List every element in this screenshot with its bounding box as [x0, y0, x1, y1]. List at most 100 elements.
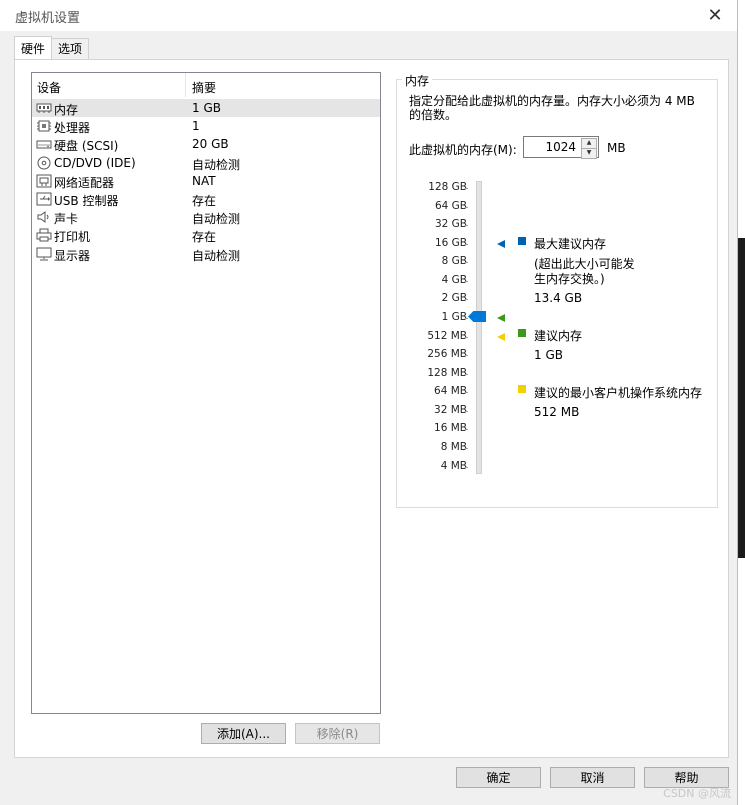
device-row-harddisk[interactable]: 硬盘 (SCSI) 20 GB: [32, 135, 380, 153]
memory-scale: 128 GB 64 GB 32 GB 16 GB 8 GB 4 GB 2 GB …: [397, 80, 467, 480]
max-recommended-note: (超出此大小可能发生内存交换。): [534, 257, 635, 286]
usb-icon: [36, 192, 52, 206]
cancel-button[interactable]: 取消: [550, 767, 635, 788]
memory-slider-track[interactable]: [476, 181, 482, 474]
network-icon: [36, 174, 52, 188]
tab-options[interactable]: 选项: [51, 38, 90, 59]
scale-tick: [465, 262, 468, 263]
tab-hardware[interactable]: 硬件: [14, 36, 53, 59]
max-recommended-title: 最大建议内存: [534, 237, 607, 251]
scale-tick: [465, 299, 468, 300]
scale-tick: [465, 337, 468, 338]
recommended-marker-icon: [497, 314, 505, 322]
scale-tick: [465, 392, 468, 393]
device-name: 内存: [54, 103, 79, 117]
scale-tick: [465, 411, 468, 412]
memory-size-value: 1024: [545, 140, 576, 154]
device-name: USB 控制器: [54, 193, 119, 208]
remove-device-button[interactable]: 移除(R): [295, 723, 380, 744]
device-row-processor[interactable]: 处理器 1: [32, 117, 380, 135]
scale-label: 1 GB: [441, 311, 467, 323]
scale-label: 8 MB: [440, 441, 467, 453]
min-recommended-title: 建议的最小客户机操作系统内存: [534, 386, 703, 400]
device-row-network[interactable]: 网络适配器 NAT: [32, 172, 380, 190]
background-panel: [737, 238, 745, 558]
scale-tick: [465, 207, 468, 208]
max-legend-swatch-icon: [518, 237, 526, 245]
spin-down-icon[interactable]: ▼: [581, 148, 597, 159]
window-title: 虚拟机设置: [15, 11, 81, 26]
memory-slider-thumb[interactable]: [468, 311, 486, 322]
column-header-summary[interactable]: 摘要: [192, 79, 216, 96]
memory-unit: MB: [607, 141, 626, 155]
scale-label: 16 MB: [434, 422, 467, 434]
device-row-memory[interactable]: 内存 1 GB: [32, 99, 380, 118]
speaker-icon: [37, 211, 49, 224]
scale-label: 128 MB: [427, 367, 467, 379]
device-name: 声卡: [54, 212, 79, 227]
device-name: 处理器: [54, 121, 91, 136]
memory-group: 内存 指定分配给此虚拟机的内存量。内存大小必须为 4 MB 的倍数。 此虚拟机的…: [396, 72, 718, 508]
scale-tick: [465, 225, 468, 226]
title-bar: 虚拟机设置 ✕: [0, 0, 737, 31]
min-legend-swatch-icon: [518, 385, 526, 393]
column-header-device[interactable]: 设备: [37, 79, 61, 96]
scale-label: 32 GB: [434, 218, 467, 230]
column-separator[interactable]: [185, 73, 186, 97]
scale-label: 8 GB: [441, 255, 467, 267]
max-recommended-value: 13.4 GB: [534, 291, 583, 305]
scale-label: 128 GB: [428, 181, 467, 193]
scale-tick: [465, 429, 468, 430]
scale-label: 512 MB: [427, 330, 467, 342]
recommended-value: 1 GB: [534, 348, 563, 362]
scale-label: 32 MB: [434, 404, 467, 416]
vm-settings-dialog: 虚拟机设置 ✕ 硬件 选项 设备 摘要 内存 1 GB 处理器 1 硬盘 (SC…: [0, 0, 738, 805]
scale-label: 256 MB: [427, 348, 467, 360]
device-name: 硬盘 (SCSI): [54, 139, 119, 154]
device-row-printer[interactable]: 打印机 存在: [32, 226, 380, 244]
device-summary: NAT: [192, 173, 216, 188]
device-summary: 存在: [192, 230, 217, 245]
device-row-sound[interactable]: 声卡 自动检测: [32, 208, 380, 226]
device-summary: 自动检测: [192, 212, 241, 227]
scale-tick: [465, 374, 468, 375]
scale-label: 4 GB: [441, 274, 467, 286]
device-summary: 自动检测: [192, 157, 241, 172]
device-name: 打印机: [54, 230, 91, 245]
scale-tick: [465, 318, 468, 319]
scale-tick: [465, 244, 468, 245]
cpu-icon: [37, 120, 51, 132]
hardware-panel: 设备 摘要 内存 1 GB 处理器 1 硬盘 (SCSI) 20 GB CD/D…: [14, 59, 729, 758]
device-list-header: 设备 摘要: [32, 73, 380, 97]
min-recommended-value: 512 MB: [534, 405, 580, 419]
scale-tick: [465, 448, 468, 449]
memory-icon: [36, 103, 52, 113]
rec-legend-swatch-icon: [518, 329, 526, 337]
scale-label: 64 MB: [434, 385, 467, 397]
device-row-display[interactable]: 显示器 自动检测: [32, 245, 380, 263]
device-summary: 20 GB: [192, 137, 229, 152]
scale-label: 4 MB: [440, 460, 467, 472]
device-row-usb[interactable]: USB 控制器 存在: [32, 190, 380, 208]
harddisk-icon: [36, 140, 52, 149]
close-icon[interactable]: ✕: [693, 0, 737, 31]
min-recommended-marker-icon: [497, 333, 505, 341]
device-name: CD/DVD (IDE): [54, 155, 136, 170]
scale-label: 16 GB: [434, 237, 467, 249]
device-row-cdrom[interactable]: CD/DVD (IDE) 自动检测: [32, 154, 380, 172]
scale-tick: [465, 281, 468, 282]
max-recommended-marker-icon: [497, 240, 505, 248]
memory-size-input[interactable]: 1024 ▲ ▼: [523, 136, 599, 159]
device-name: 网络适配器: [54, 175, 115, 190]
cdrom-icon: [37, 156, 51, 170]
device-summary: 存在: [192, 193, 217, 208]
device-list[interactable]: 设备 摘要 内存 1 GB 处理器 1 硬盘 (SCSI) 20 GB CD/D…: [31, 72, 381, 714]
watermark: CSDN @风流: [663, 787, 731, 800]
add-device-button[interactable]: 添加(A)...: [201, 723, 286, 744]
ok-button[interactable]: 确定: [456, 767, 541, 788]
device-rows: 内存 1 GB 处理器 1 硬盘 (SCSI) 20 GB CD/DVD (ID…: [32, 99, 380, 263]
scale-tick: [465, 355, 468, 356]
monitor-icon: [36, 247, 52, 260]
scale-tick: [465, 467, 468, 468]
device-name: 显示器: [54, 248, 91, 263]
